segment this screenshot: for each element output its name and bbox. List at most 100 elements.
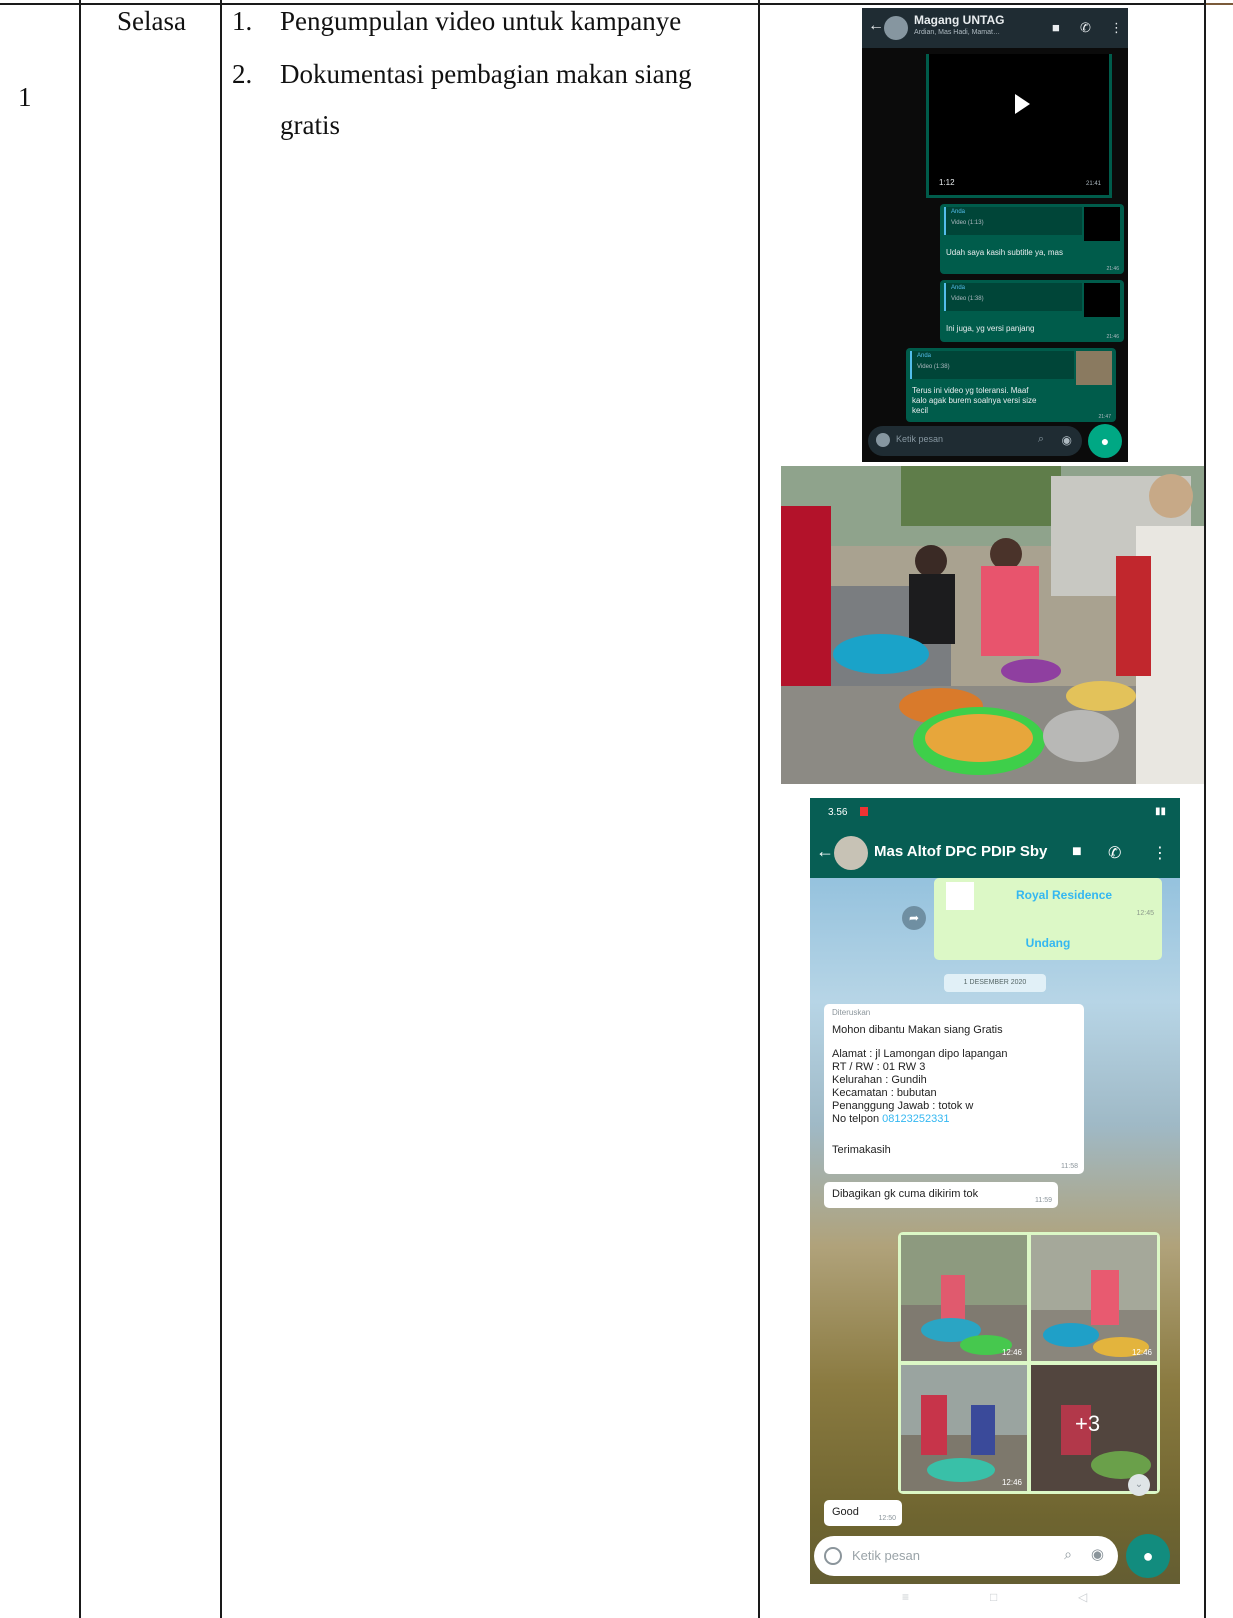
message-text: Dibagikan gk cuma dikirim tok — [832, 1188, 979, 1200]
quoted-message[interactable]: Anda Video (1:38) — [944, 283, 1082, 311]
phone-label: No telpon — [832, 1113, 883, 1125]
message-text: Ini juga, yg versi panjang — [946, 324, 1035, 333]
video-thumbnail[interactable] — [1084, 283, 1120, 317]
message-time: 21:46 — [1106, 334, 1119, 340]
phone-call-icon[interactable]: ✆ — [1080, 20, 1091, 36]
video-thumbnail[interactable] — [1076, 351, 1112, 385]
video-message[interactable]: 1:12 21:41 — [926, 54, 1112, 198]
forwarded-label: Diteruskan — [832, 1008, 871, 1017]
message-time: 12:46 — [1001, 1348, 1022, 1357]
day-cell: Selasa — [117, 6, 186, 36]
quoted-message[interactable]: Anda Video (1:38) — [910, 351, 1074, 379]
message-text: Udah saya kasih subtitle ya, mas — [946, 248, 1063, 257]
mic-icon[interactable]: ● — [1126, 1534, 1170, 1578]
invite-button[interactable]: Undang — [934, 936, 1162, 950]
quote-sender: Anda — [951, 209, 966, 215]
play-icon[interactable] — [1015, 94, 1030, 114]
home-icon[interactable]: □ — [990, 1590, 997, 1604]
activity-text: Dokumentasi pembagian makan siang — [280, 59, 692, 89]
message-bubble[interactable]: Good 12:50 — [824, 1500, 902, 1526]
message-input-bar[interactable]: Ketik pesan ⌕ ◉ — [868, 426, 1082, 456]
table-border-col3 — [758, 0, 760, 1618]
notification-icon — [860, 807, 868, 816]
reply-message[interactable]: Anda Video (1:38) Ini juga, yg versi pan… — [940, 280, 1124, 342]
message-text: kecil — [912, 406, 929, 415]
android-nav-bar: ≡ □ ◁ — [810, 1584, 1180, 1614]
back-arrow-icon[interactable]: ← — [816, 841, 834, 862]
message-line: Terimakasih — [832, 1144, 891, 1156]
phone-link[interactable]: 08123252331 — [882, 1113, 949, 1125]
status-time: 3.56 — [828, 807, 848, 818]
video-call-icon[interactable]: ■ — [1052, 20, 1060, 35]
quote-media: Video (1:38) — [951, 296, 984, 302]
back-nav-icon[interactable]: ◁ — [1078, 1590, 1087, 1604]
message-text: Good — [832, 1506, 859, 1518]
message-input-bar[interactable]: Ketik pesan ⌕ ◉ — [814, 1536, 1118, 1576]
table-border-top-edge — [1206, 3, 1233, 5]
date-pill: 1 DESEMBER 2020 — [944, 974, 1046, 992]
chat-header: ← Mas Altof DPC PDIP Sby ■ ✆ ⋮ — [810, 828, 1180, 878]
reply-message[interactable]: Dibagikan gk cuma dikirim tok 11:59 — [824, 1182, 1058, 1208]
quote-media: Video (1:13) — [951, 220, 984, 226]
photo-album[interactable]: 12:46 12:46 12:46 +3 — [898, 1232, 1160, 1494]
attach-icon[interactable]: ⌕ — [1064, 1546, 1072, 1563]
table-border-col2 — [220, 0, 222, 1618]
group-avatar[interactable] — [884, 16, 908, 40]
message-time: 21:41 — [1085, 181, 1101, 187]
quote-media: Video (1:38) — [917, 364, 950, 370]
message-line: Mohon dibantu Makan siang Gratis — [832, 1024, 1003, 1036]
reply-message[interactable]: Anda Video (1:38) Terus ini video yg tol… — [906, 348, 1116, 422]
battery-icon: ▮▮ — [1154, 806, 1166, 817]
activity-number: 1. — [232, 6, 253, 36]
recent-apps-icon[interactable]: ≡ — [902, 1590, 909, 1604]
quote-sender: Anda — [951, 285, 966, 291]
message-line: RT / RW : 01 RW 3 — [832, 1061, 926, 1073]
reply-message[interactable]: Anda Video (1:13) Udah saya kasih subtit… — [940, 204, 1124, 274]
scroll-down-icon[interactable]: ⌄ — [1128, 1474, 1150, 1496]
attach-icon[interactable]: ⌕ — [1038, 433, 1044, 446]
message-text: kalo agak burem soalnya versi size — [912, 396, 1037, 405]
mic-icon[interactable]: ● — [1088, 424, 1122, 458]
activity-text: Pengumpulan video untuk kampanye — [280, 6, 682, 36]
message-input[interactable]: Ketik pesan — [896, 434, 943, 444]
camera-icon[interactable]: ◉ — [1062, 433, 1072, 447]
chat-header: ← Magang UNTAG Ardian, Mas Hadi, Mamat… … — [862, 8, 1128, 48]
menu-dots-icon[interactable]: ⋮ — [1110, 20, 1123, 36]
message-input[interactable]: Ketik pesan — [852, 1548, 920, 1563]
more-photos-count: +3 — [1075, 1411, 1101, 1436]
phone-call-icon[interactable]: ✆ — [1108, 843, 1121, 863]
table-border-right — [1204, 0, 1206, 1618]
forwarded-message[interactable]: Diteruskan Mohon dibantu Makan siang Gra… — [824, 1004, 1084, 1174]
message-time: 12:45 — [1136, 910, 1154, 917]
back-arrow-icon[interactable]: ← — [868, 17, 884, 35]
message-time: 21:47 — [1098, 414, 1111, 420]
quoted-message[interactable]: Anda Video (1:13) — [944, 207, 1082, 235]
row-number: 1 — [18, 82, 32, 112]
activity-number: 2. — [232, 59, 253, 89]
message-line: Kelurahan : Gundih — [832, 1074, 927, 1086]
quote-sender: Anda — [917, 353, 932, 359]
whatsapp-screenshot-dark: ← Magang UNTAG Ardian, Mas Hadi, Mamat… … — [862, 8, 1128, 462]
camera-icon[interactable]: ◉ — [1091, 1545, 1104, 1563]
video-call-icon[interactable]: ■ — [1072, 843, 1082, 861]
forward-icon[interactable]: ➦ — [902, 906, 926, 930]
contact-avatar[interactable] — [834, 836, 868, 870]
album-photo[interactable]: 12:46 — [1031, 1235, 1157, 1361]
video-thumbnail[interactable] — [1084, 207, 1120, 241]
message-time: 12:46 — [1131, 1348, 1152, 1357]
chat-members: Ardian, Mas Hadi, Mamat… — [914, 29, 1000, 36]
message-time: 11:59 — [1035, 1197, 1052, 1204]
group-name: Royal Residence — [1016, 888, 1113, 902]
chat-title: Magang UNTAG — [914, 13, 1005, 27]
message-time: 12:50 — [878, 1515, 896, 1522]
album-photo[interactable]: 12:46 — [901, 1365, 1027, 1491]
group-invite-card[interactable]: Royal Residence 12:45 Undang — [934, 878, 1162, 960]
emoji-icon[interactable] — [876, 433, 890, 447]
food-distribution-photo — [781, 466, 1204, 784]
table-border-left — [79, 0, 81, 1618]
emoji-icon[interactable] — [824, 1547, 842, 1565]
album-photo[interactable]: 12:46 — [901, 1235, 1027, 1361]
album-photo-more[interactable]: +3 — [1031, 1365, 1157, 1491]
chat-title: Mas Altof DPC PDIP Sby — [874, 843, 1048, 860]
menu-dots-icon[interactable]: ⋮ — [1152, 843, 1168, 863]
